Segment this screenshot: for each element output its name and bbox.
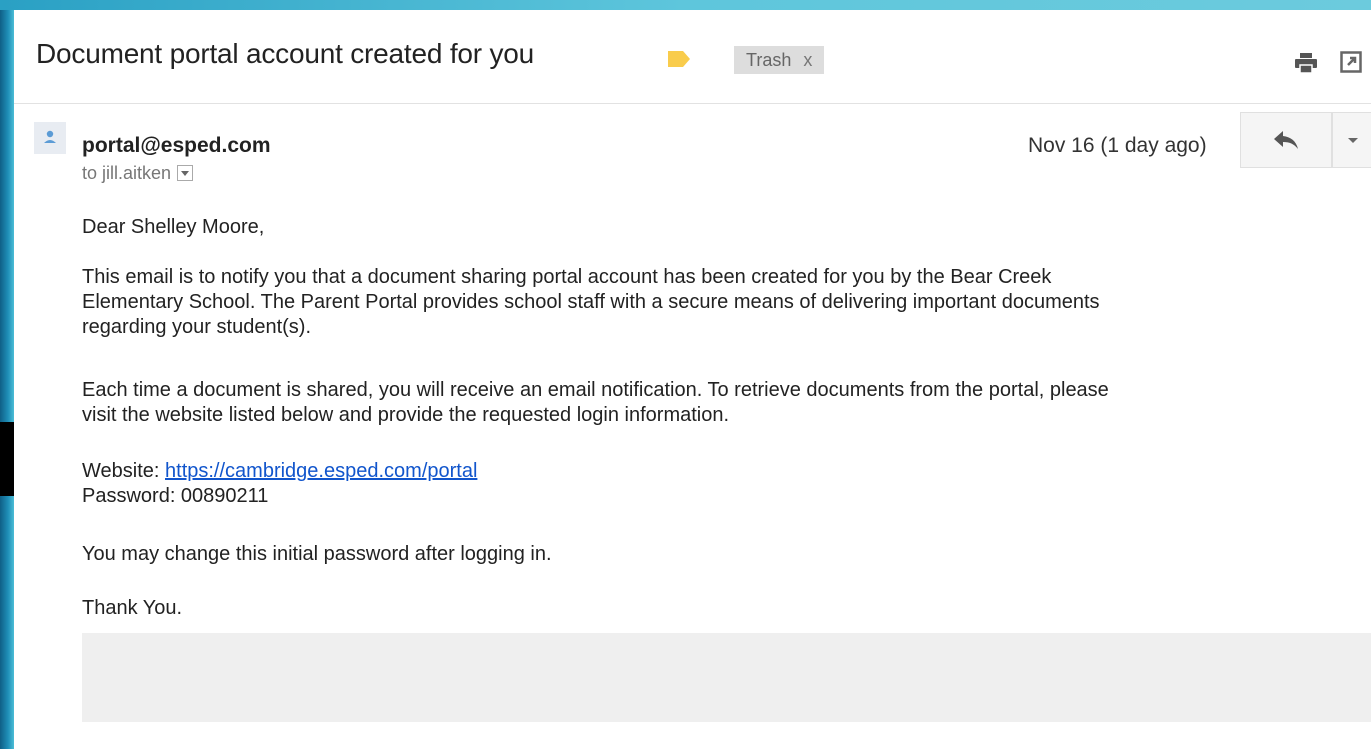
remove-label-button[interactable]: x bbox=[803, 50, 812, 70]
print-icon[interactable] bbox=[1294, 52, 1318, 74]
show-details-dropdown[interactable] bbox=[177, 165, 194, 181]
sender-email[interactable]: portal@esped.com bbox=[82, 134, 271, 158]
header-divider bbox=[14, 103, 1371, 104]
password-line: Password: 00890211 bbox=[82, 485, 269, 507]
new-window-icon[interactable] bbox=[1340, 51, 1362, 73]
email-view: Document portal account created for you … bbox=[14, 10, 1371, 749]
trash-label-chip: Trash x bbox=[734, 46, 825, 74]
email-closing: Thank You. bbox=[82, 597, 183, 619]
trash-label-text: Trash bbox=[746, 50, 792, 70]
subject-row: Document portal account created for you … bbox=[14, 10, 1371, 104]
email-date: Nov 16 (1 day ago) bbox=[1028, 134, 1207, 157]
email-subject: Document portal account created for you bbox=[36, 38, 535, 69]
email-paragraph-1-line-2: Elementary School. The Parent Portal pro… bbox=[82, 291, 1100, 313]
more-actions-button[interactable] bbox=[1332, 112, 1371, 168]
password-change-note: You may change this initial password aft… bbox=[82, 543, 552, 565]
reply-button[interactable] bbox=[1240, 112, 1332, 168]
email-paragraph-2-line-1: Each time a document is shared, you will… bbox=[82, 379, 1109, 401]
label-tag-icon[interactable] bbox=[666, 50, 692, 68]
website-line: Website: https://cambridge.esped.com/por… bbox=[82, 459, 477, 484]
portal-link[interactable]: https://cambridge.esped.com/portal bbox=[165, 460, 477, 482]
email-paragraph-1-line-1: This email is to notify you that a docum… bbox=[82, 266, 1052, 288]
email-paragraph-2-line-2: visit the website listed below and provi… bbox=[82, 404, 730, 426]
person-icon bbox=[34, 122, 66, 154]
email-paragraph-1-line-3: regarding your student(s). bbox=[82, 316, 312, 338]
email-greeting: Dear Shelley Moore, bbox=[82, 216, 265, 238]
recipient-line: to jill.aitken bbox=[82, 163, 194, 184]
website-label: Website: bbox=[82, 460, 160, 482]
frame-top bbox=[0, 0, 1371, 10]
reply-arrow-icon bbox=[1274, 131, 1298, 149]
reply-placeholder-box[interactable] bbox=[82, 633, 1371, 722]
recipient-text: to jill.aitken bbox=[82, 163, 172, 183]
